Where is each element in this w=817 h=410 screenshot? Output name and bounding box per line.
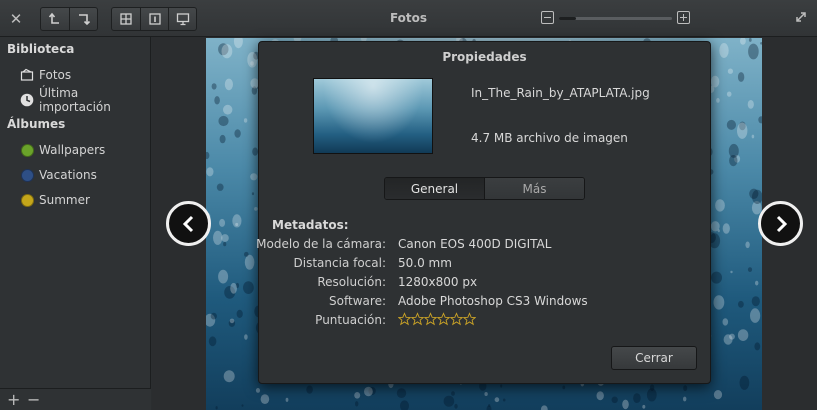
properties-tabs: General Más	[384, 177, 585, 200]
rotate-right-icon	[78, 14, 90, 26]
dialog-title: Propiedades	[442, 50, 527, 64]
zoom-control	[541, 11, 691, 25]
rating-label: Puntuación:	[315, 313, 386, 327]
rating-stars[interactable]	[398, 311, 476, 327]
metadata-row: Software: Adobe Photoshop CS3 Windows	[259, 294, 712, 312]
close-icon[interactable]: ✕	[6, 7, 26, 31]
sidebar-item-summer[interactable]: Summer	[20, 191, 90, 209]
albums-heading: Álbumes	[7, 117, 66, 131]
metadata-label: Modelo de la cámara:	[256, 237, 386, 251]
sidebar-item-last-import[interactable]: Última importación	[20, 86, 150, 114]
metadata-value: Canon EOS 400D DIGITAL	[398, 237, 552, 251]
star-icon[interactable]	[424, 311, 437, 327]
rating-row: Puntuación:	[259, 311, 712, 331]
zoom-out-button[interactable]	[541, 11, 554, 24]
sidebar-item-vacations[interactable]: Vacations	[20, 166, 97, 184]
next-photo-button[interactable]	[758, 201, 803, 246]
album-icon	[20, 193, 34, 207]
metadata-label: Resolución:	[317, 275, 386, 289]
library-heading: Biblioteca	[7, 42, 75, 56]
sidebar-item-label: Summer	[39, 193, 90, 207]
tab-mas[interactable]: Más	[485, 178, 584, 199]
photos-icon	[20, 68, 34, 82]
star-icon[interactable]	[450, 311, 463, 327]
zoom-slider-fill[interactable]	[559, 17, 576, 20]
zoom-in-button[interactable]	[677, 11, 690, 24]
sidebar-item-label: Wallpapers	[39, 143, 106, 157]
star-icon[interactable]	[411, 311, 424, 327]
clock-icon	[20, 93, 34, 107]
metadata-value: 1280x800 px	[398, 275, 478, 289]
metadata-label: Distancia focal:	[293, 256, 386, 270]
grid-view-button[interactable]	[112, 8, 140, 30]
star-icon[interactable]	[437, 311, 450, 327]
chevron-right-icon	[776, 215, 787, 232]
header-bar: ✕ Fotos	[0, 0, 817, 37]
album-icon	[20, 143, 34, 157]
metadata-label: Software:	[329, 294, 386, 308]
info-icon	[148, 13, 161, 25]
sidebar-footer: + −	[0, 388, 151, 410]
sidebar-item-photos[interactable]: Fotos	[20, 66, 71, 84]
add-album-button[interactable]: +	[7, 390, 20, 409]
view-button-group	[111, 7, 197, 31]
chevron-left-icon	[182, 215, 193, 232]
rotate-button-group	[40, 7, 98, 31]
rotate-right-button[interactable]	[69, 8, 97, 30]
slideshow-button[interactable]	[168, 8, 196, 30]
metadata-value: Adobe Photoshop CS3 Windows	[398, 294, 588, 308]
rotate-left-icon	[48, 12, 59, 24]
sidebar-item-label: Vacations	[39, 168, 97, 182]
star-icon[interactable]	[463, 311, 476, 327]
metadata-row: Distancia focal: 50.0 mm	[259, 256, 712, 274]
remove-album-button[interactable]: −	[27, 390, 40, 409]
fullscreen-icon[interactable]	[793, 9, 809, 25]
file-name: In_The_Rain_by_ATAPLATA.jpg	[471, 86, 650, 100]
metadata-row: Modelo de la cámara: Canon EOS 400D DIGI…	[256, 237, 712, 255]
slideshow-icon	[176, 13, 189, 26]
sidebar-item-label: Última importación	[39, 86, 111, 114]
sidebar-item-label: Fotos	[39, 68, 72, 82]
close-button[interactable]: Cerrar	[611, 346, 697, 370]
album-icon	[20, 168, 34, 182]
properties-dialog: Propiedades In_The_Rain_by_ATAPLATA.jpg …	[256, 41, 712, 384]
photo-thumbnail	[313, 78, 433, 154]
sidebar-item-wallpapers[interactable]: Wallpapers	[20, 141, 105, 159]
metadata-heading: Metadatos:	[272, 218, 349, 232]
metadata-value: 50.0 mm	[398, 256, 452, 270]
tab-general[interactable]: General	[385, 178, 485, 199]
grid-icon	[120, 13, 132, 25]
metadata-row: Resolución: 1280x800 px	[259, 275, 712, 293]
sidebar: Biblioteca Fotos Última importación Álbu…	[0, 37, 151, 410]
zoom-slider-track[interactable]	[559, 17, 672, 20]
previous-photo-button[interactable]	[166, 201, 211, 246]
info-button[interactable]	[140, 8, 168, 30]
file-size: 4.7 MB archivo de imagen	[471, 131, 628, 145]
star-icon[interactable]	[398, 311, 411, 327]
rotate-left-button[interactable]	[41, 8, 69, 30]
